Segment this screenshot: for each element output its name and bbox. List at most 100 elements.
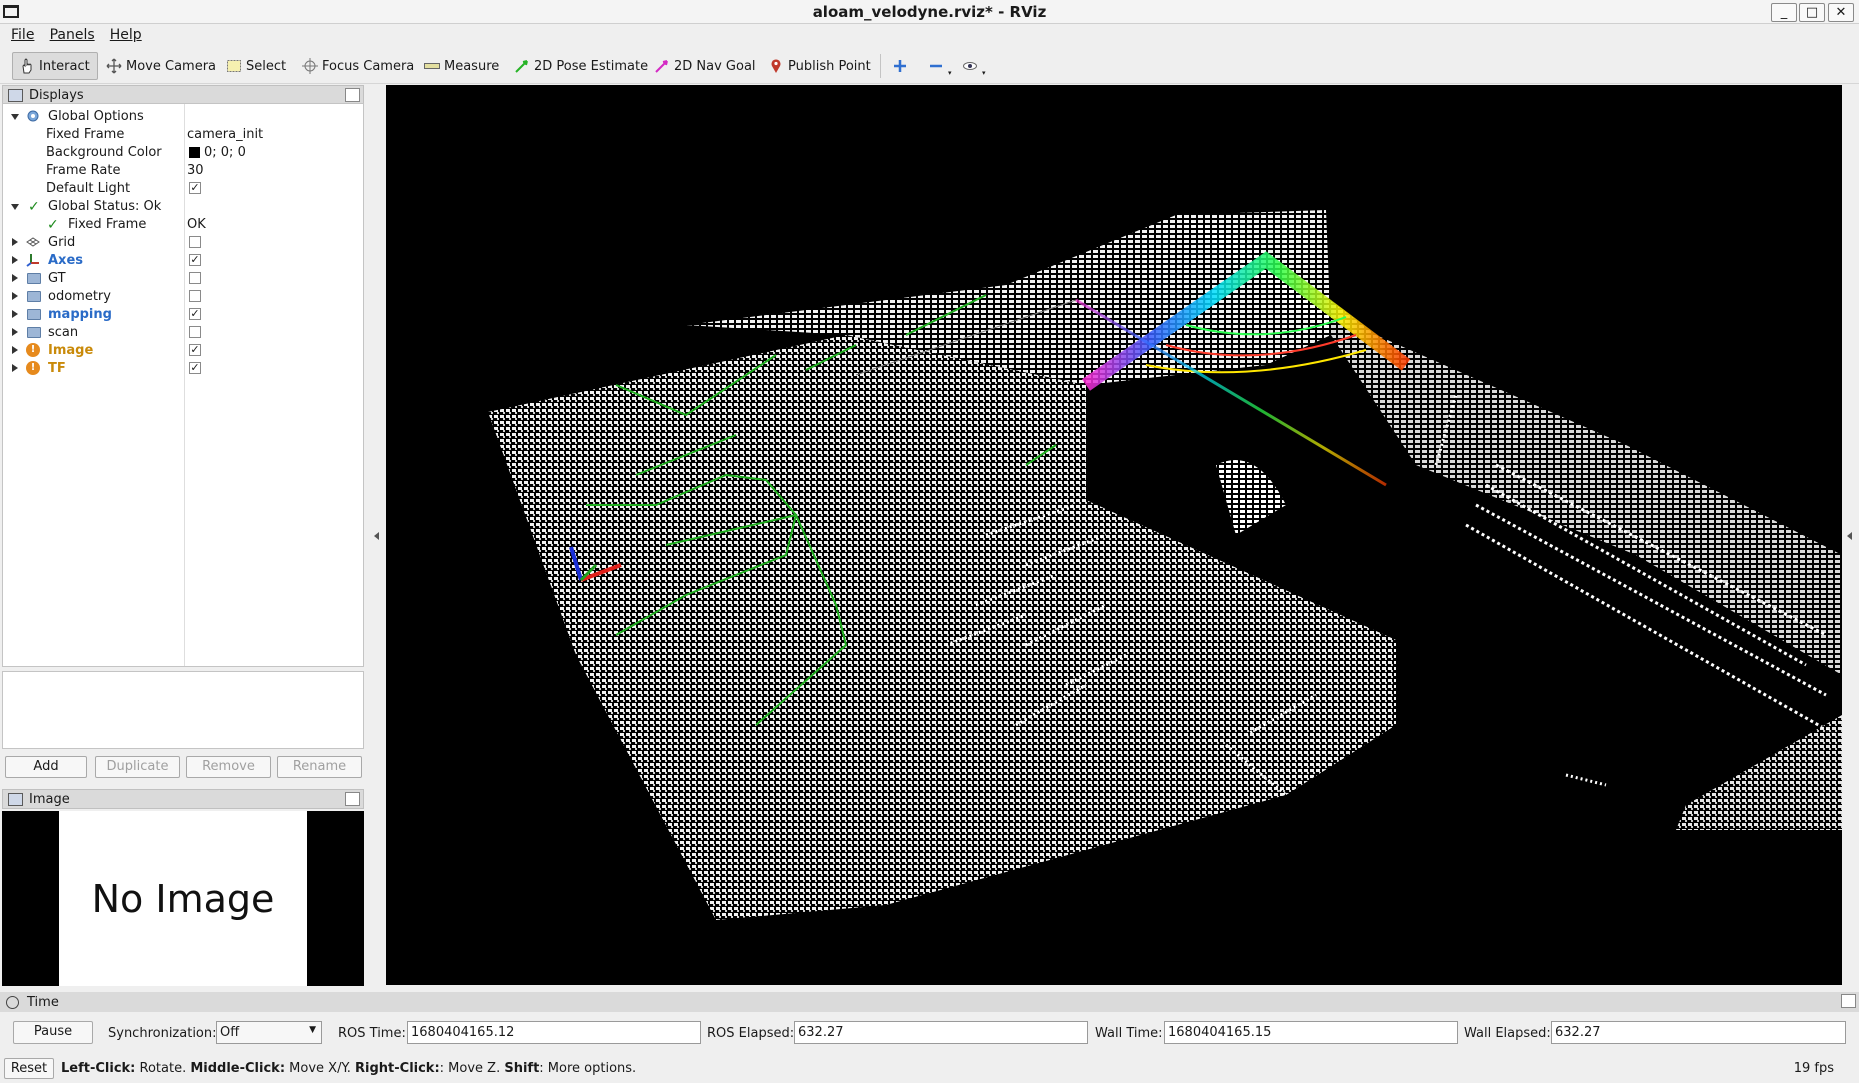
mapping-checkbox[interactable]: ✓ <box>189 308 201 320</box>
remove-tool-button[interactable]: ▾ <box>922 52 958 80</box>
2d-pose-estimate-label: 2D Pose Estimate <box>534 58 649 74</box>
wall-time-field[interactable]: 1680404165.15 <box>1164 1021 1458 1044</box>
warning-icon: ! <box>26 343 40 357</box>
green-arrow-icon <box>514 58 530 74</box>
expand-arrow-icon[interactable] <box>12 256 18 264</box>
title-bar: aloam_velodyne.rviz* - RViz _ □ ✕ <box>0 0 1859 24</box>
window-title: aloam_velodyne.rviz* - RViz <box>812 3 1047 21</box>
tree-row-frame-rate[interactable]: Frame Rate 30 <box>3 162 363 180</box>
menu-file[interactable]: File <box>0 24 34 43</box>
focus-camera-label: Focus Camera <box>322 58 415 74</box>
undock-button[interactable] <box>345 792 360 806</box>
2d-nav-goal-tool-button[interactable]: 2D Nav Goal <box>648 52 762 80</box>
menu-panels[interactable]: Panels <box>39 24 95 43</box>
odometry-checkbox[interactable] <box>189 290 201 302</box>
tree-row-status-fixed-frame[interactable]: ✓ Fixed Frame OK <box>3 216 363 234</box>
2d-pose-estimate-tool-button[interactable]: 2D Pose Estimate <box>508 52 654 80</box>
expand-arrow-icon[interactable] <box>12 328 18 336</box>
publish-point-label: Publish Point <box>788 58 871 74</box>
tree-row-global-status[interactable]: ✓ Global Status: Ok <box>3 198 363 216</box>
expand-arrow-icon[interactable] <box>11 114 19 120</box>
tf-checkbox[interactable]: ✓ <box>189 362 201 374</box>
frame-rate-label: Frame Rate <box>46 163 121 178</box>
add-tool-button[interactable] <box>886 52 914 80</box>
grid-icon <box>26 235 40 249</box>
frame-rate-value[interactable]: 30 <box>187 163 204 178</box>
tree-row-global-options[interactable]: Global Options <box>3 108 363 126</box>
undock-button[interactable] <box>345 88 360 102</box>
odometry-label: odometry <box>48 289 111 304</box>
image-checkbox[interactable]: ✓ <box>189 344 201 356</box>
tree-row-fixed-frame[interactable]: Fixed Frame camera_init <box>3 126 363 144</box>
image-panel-header: Image <box>2 789 364 809</box>
fixed-frame-value[interactable]: camera_init <box>187 127 263 142</box>
add-display-button[interactable]: Add <box>5 756 87 778</box>
expand-arrow-icon[interactable] <box>12 292 18 300</box>
3d-render-view[interactable] <box>386 85 1842 985</box>
ros-elapsed-field[interactable]: 632.27 <box>794 1021 1088 1044</box>
folder-icon <box>27 291 41 302</box>
publish-point-tool-button[interactable]: Publish Point <box>762 52 877 80</box>
pause-button[interactable]: Pause <box>13 1021 93 1044</box>
shift-desc: : More options. <box>539 1061 637 1076</box>
status-fixed-frame-value: OK <box>187 217 206 232</box>
expand-arrow-icon[interactable] <box>12 310 18 318</box>
ros-time-label: ROS Time: <box>338 1026 406 1041</box>
synchronization-label: Synchronization: <box>108 1026 217 1041</box>
view-options-tool-button[interactable]: ▾ <box>956 52 992 80</box>
select-label: Select <box>246 58 287 74</box>
expand-arrow-icon[interactable] <box>12 346 18 354</box>
select-tool-button[interactable]: Select <box>220 52 292 80</box>
tree-row-default-light[interactable]: Default Light ✓ <box>3 180 363 198</box>
measure-tool-button[interactable]: Measure <box>418 52 505 80</box>
point-cloud-render <box>488 210 1842 920</box>
synchronization-select[interactable]: Off ▼ <box>216 1021 322 1044</box>
ros-time-field[interactable]: 1680404165.12 <box>407 1021 701 1044</box>
axes-label: Axes <box>48 253 84 268</box>
middle-click-desc: Move X/Y. <box>285 1061 356 1076</box>
tree-row-image[interactable]: ! Image ✓ <box>3 342 363 360</box>
interact-tool-button[interactable]: Interact <box>12 52 98 80</box>
collapse-right-arrow-icon[interactable] <box>1847 532 1852 540</box>
folder-icon <box>27 327 41 338</box>
default-light-checkbox[interactable]: ✓ <box>189 182 201 194</box>
grid-label: Grid <box>48 235 76 250</box>
expand-arrow-icon[interactable] <box>12 238 18 246</box>
undock-button[interactable] <box>1841 994 1856 1008</box>
reset-button[interactable]: Reset <box>4 1058 54 1079</box>
tree-row-mapping[interactable]: mapping ✓ <box>3 306 363 324</box>
global-options-label: Global Options <box>48 109 144 124</box>
gt-checkbox[interactable] <box>189 272 201 284</box>
axes-checkbox[interactable]: ✓ <box>189 254 201 266</box>
collapse-left-arrow-icon[interactable] <box>374 532 379 540</box>
mapping-label: mapping <box>48 307 112 322</box>
menu-help[interactable]: Help <box>99 24 142 43</box>
expand-arrow-icon[interactable] <box>11 204 19 210</box>
remove-display-button[interactable]: Remove <box>186 756 271 778</box>
tree-row-odometry[interactable]: odometry <box>3 288 363 306</box>
wall-elapsed-field[interactable]: 632.27 <box>1551 1021 1846 1044</box>
tree-row-background-color[interactable]: Background Color 0; 0; 0 <box>3 144 363 162</box>
color-swatch[interactable] <box>189 147 200 158</box>
focus-camera-tool-button[interactable]: Focus Camera <box>296 52 420 80</box>
gear-icon <box>26 109 40 123</box>
middle-click-key: Middle-Click: <box>190 1061 286 1076</box>
tree-row-scan[interactable]: scan <box>3 324 363 342</box>
grid-checkbox[interactable] <box>189 236 201 248</box>
tree-row-tf[interactable]: ! TF ✓ <box>3 360 363 378</box>
maximize-button[interactable]: □ <box>1799 3 1825 22</box>
tree-row-gt[interactable]: GT <box>3 270 363 288</box>
tree-row-axes[interactable]: Axes ✓ <box>3 252 363 270</box>
move-camera-tool-button[interactable]: Move Camera <box>100 52 222 80</box>
check-icon: ✓ <box>47 217 59 233</box>
background-color-value[interactable]: 0; 0; 0 <box>204 145 246 160</box>
displays-panel-title: Displays <box>29 87 84 103</box>
scan-checkbox[interactable] <box>189 326 201 338</box>
rename-display-button[interactable]: Rename <box>277 756 362 778</box>
tree-row-grid[interactable]: Grid <box>3 234 363 252</box>
expand-arrow-icon[interactable] <box>12 364 18 372</box>
expand-arrow-icon[interactable] <box>12 274 18 282</box>
close-button[interactable]: ✕ <box>1828 3 1854 22</box>
duplicate-display-button[interactable]: Duplicate <box>95 756 180 778</box>
minimize-button[interactable]: _ <box>1771 3 1797 22</box>
